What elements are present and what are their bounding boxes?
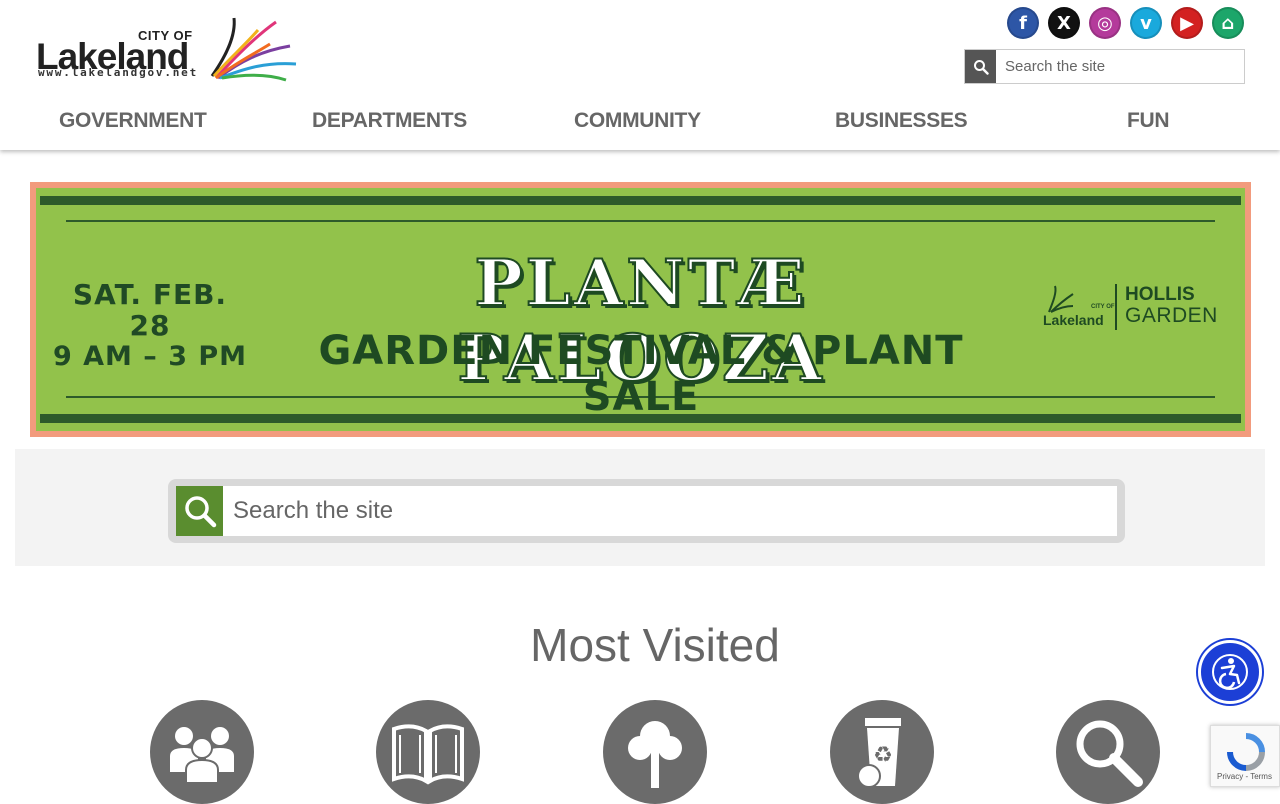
nav-community[interactable]: COMMUNITY	[574, 109, 701, 133]
most-visited-item[interactable]	[150, 700, 254, 804]
nav-fun[interactable]: FUN	[1127, 109, 1170, 133]
svg-text:♻: ♻	[873, 743, 893, 768]
vimeo-glyph: v	[1140, 12, 1152, 34]
banner-panel: SAT. FEB. 28 9 AM – 3 PM PLANTÆ PALOOZA …	[36, 188, 1245, 431]
header-search-input[interactable]	[996, 50, 1244, 83]
social-links: f X ◎ v ▶ ⌂	[1007, 7, 1244, 39]
vimeo-icon[interactable]: v	[1130, 7, 1162, 39]
search-icon	[973, 59, 989, 75]
book-icon	[392, 724, 464, 785]
magnifier-icon	[1076, 720, 1143, 787]
logo-url: www.lakelandgov.net	[38, 66, 199, 79]
banner-rule-top	[66, 220, 1215, 222]
partner-divider	[1115, 284, 1117, 330]
accessibility-button[interactable]	[1198, 640, 1262, 704]
main-nav: GOVERNMENT DEPARTMENTS COMMUNITY BUSINES…	[0, 100, 1280, 144]
nextdoor-glyph: ⌂	[1221, 12, 1235, 34]
main-search	[168, 479, 1125, 543]
main-search-field	[176, 486, 1117, 536]
facebook-glyph: f	[1019, 12, 1027, 34]
recaptcha-badge[interactable]: Privacy - Terms	[1210, 725, 1280, 787]
nextdoor-icon[interactable]: ⌂	[1212, 7, 1244, 39]
recaptcha-text[interactable]: Privacy - Terms	[1217, 772, 1272, 781]
main-search-band	[15, 449, 1265, 566]
partner-garden: GARDEN	[1125, 304, 1218, 327]
partner-lakeland: Lakeland	[1043, 312, 1104, 328]
recycle-bin-icon: ♻	[857, 718, 901, 788]
search-icon	[184, 496, 216, 528]
nav-government[interactable]: GOVERNMENT	[59, 109, 207, 133]
banner-subtitle: GARDEN FESTIVAL & PLANT SALE	[318, 328, 964, 420]
most-visited-item[interactable]	[603, 700, 707, 804]
site-header: CITY OF Lakeland www.lakelandgov.net f X…	[0, 0, 1280, 150]
instagram-icon[interactable]: ◎	[1089, 7, 1121, 39]
recaptcha-icon	[1227, 733, 1265, 771]
x-twitter-icon[interactable]: X	[1048, 7, 1080, 39]
city-logo[interactable]: CITY OF Lakeland www.lakelandgov.net	[36, 16, 298, 86]
main-search-button[interactable]	[176, 486, 223, 536]
youtube-glyph: ▶	[1180, 12, 1194, 34]
facebook-icon[interactable]: f	[1007, 7, 1039, 39]
most-visited-item[interactable]	[376, 700, 480, 804]
youtube-icon[interactable]: ▶	[1171, 7, 1203, 39]
header-search-button[interactable]	[965, 50, 996, 83]
nav-departments[interactable]: DEPARTMENTS	[312, 109, 467, 133]
header-search	[964, 49, 1245, 84]
banner-stripe-top	[40, 196, 1241, 205]
partner-hollis: HOLLIS	[1125, 284, 1195, 305]
logo-swoosh-icon	[210, 17, 297, 82]
instagram-glyph: ◎	[1097, 12, 1113, 34]
people-icon	[170, 727, 234, 782]
banner-date-line1: SAT. FEB. 28	[72, 278, 228, 342]
banner-date-line2: 9 AM – 3 PM	[52, 340, 248, 372]
most-visited-item[interactable]: ♻	[830, 700, 934, 804]
most-visited-title: Most Visited	[530, 619, 780, 671]
accessibility-icon	[1212, 654, 1248, 690]
lakeland-swan-icon	[1048, 285, 1074, 313]
x-glyph: X	[1057, 12, 1071, 34]
tree-icon	[628, 721, 682, 788]
event-banner[interactable]: SAT. FEB. 28 9 AM – 3 PM PLANTÆ PALOOZA …	[24, 182, 1257, 491]
partner-city-of: CITY OF	[1091, 304, 1115, 310]
nav-businesses[interactable]: BUSINESSES	[835, 109, 968, 133]
main-search-input[interactable]	[223, 486, 1117, 536]
banner-date: SAT. FEB. 28 9 AM – 3 PM	[50, 278, 250, 372]
most-visited-item[interactable]	[1056, 700, 1160, 804]
banner-partner-logos: CITY OF Lakeland HOLLIS GARDEN	[1043, 284, 1223, 334]
